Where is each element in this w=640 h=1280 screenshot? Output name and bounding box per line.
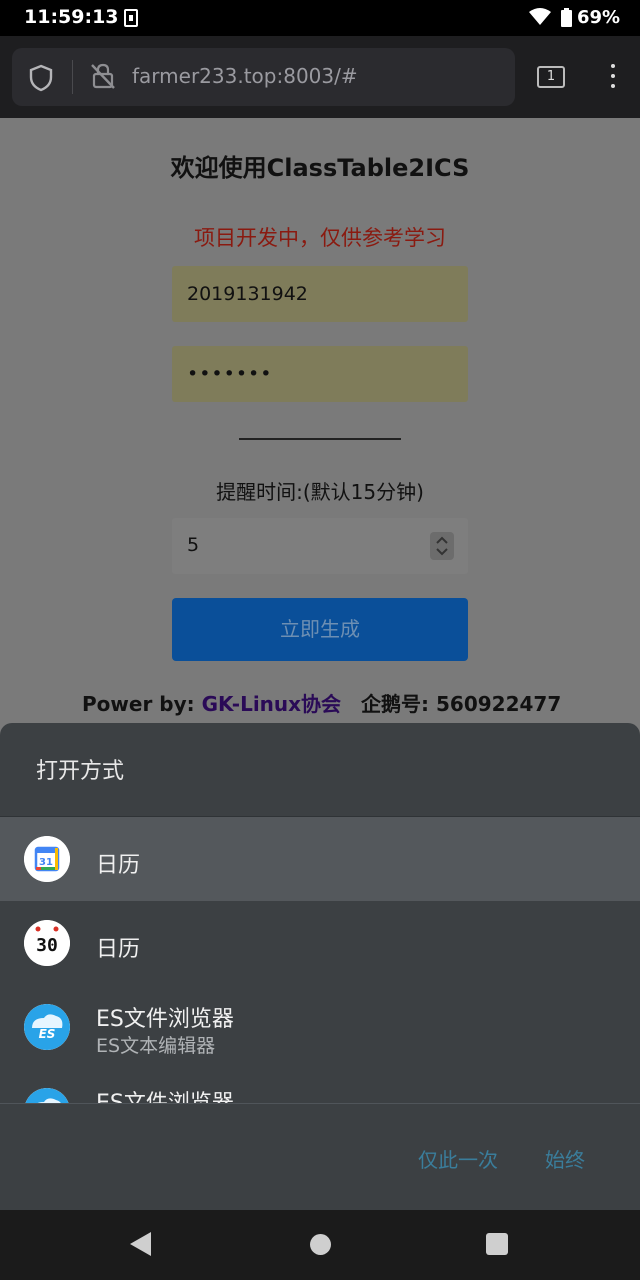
shield-icon[interactable] [28, 64, 54, 92]
back-icon[interactable] [130, 1232, 151, 1256]
sheet-actions: 仅此一次 始终 [0, 1103, 640, 1210]
google-calendar-badge: 31 [39, 857, 53, 868]
es-file-explorer-icon: ES [24, 1004, 70, 1050]
calendar-icon: 30 [24, 920, 70, 966]
app-label: 日历 [96, 853, 141, 878]
gk-linux-link[interactable]: GK-Linux协会 [202, 692, 341, 716]
app-option-calendar[interactable]: 30 日历 [0, 901, 640, 985]
battery-icon [561, 8, 572, 27]
just-once-button[interactable]: 仅此一次 [418, 1144, 498, 1173]
calendar-badge: 30 [36, 935, 58, 956]
dev-notice: 项目开发中，仅供参考学习 [194, 226, 446, 250]
status-time: 11:59:13 [24, 6, 119, 28]
browser-toolbar: farmer233.top:8003/# 1 [0, 36, 640, 118]
generate-button[interactable]: 立即生成 [172, 598, 468, 661]
address-bar[interactable]: farmer233.top:8003/# [12, 48, 515, 106]
number-spinner-icon[interactable] [430, 532, 454, 560]
address-bar-divider [72, 60, 73, 94]
app-option-es-text-editor[interactable]: ES ES文件浏览器 ES文本编辑器 [0, 985, 640, 1069]
form-divider [239, 438, 401, 440]
overflow-menu-icon[interactable] [606, 62, 620, 92]
page-title: 欢迎使用ClassTable2ICS [170, 154, 470, 182]
remind-time-label: 提醒时间:(默认15分钟) [216, 480, 424, 504]
username-input[interactable] [172, 266, 468, 322]
open-with-sheet: 打开方式 31 日历 30 日历 ES ES文件浏览器 ES文本编辑器 仅此一次… [0, 723, 640, 1210]
insecure-lock-icon[interactable] [89, 62, 117, 90]
status-bar: 11:59:13 69% [0, 0, 640, 36]
app-option-google-calendar[interactable]: 31 日历 [0, 817, 640, 901]
wifi-icon [529, 8, 551, 25]
app-label: ES文件浏览器 [96, 1007, 234, 1032]
home-icon[interactable] [310, 1234, 331, 1255]
password-input[interactable] [172, 346, 468, 402]
sheet-title: 打开方式 [36, 759, 125, 784]
app-label: 日历 [96, 937, 141, 962]
battery-percentage: 69% [577, 7, 621, 28]
power-by-label: Power by: [82, 692, 202, 716]
tabs-counter-button[interactable]: 1 [537, 66, 565, 88]
sim-card-icon [124, 9, 138, 27]
remind-time-value[interactable]: 5 [187, 534, 199, 556]
url-text[interactable]: farmer233.top:8003/# [132, 64, 358, 88]
system-nav-bar [0, 1210, 640, 1280]
recents-icon[interactable] [486, 1233, 508, 1255]
app-sublabel: ES文本编辑器 [96, 1035, 216, 1057]
footer-credits: Power by: GK-Linux协会 企鹅号: 560922477 [82, 688, 561, 717]
google-calendar-icon: 31 [24, 836, 70, 882]
qq-group-text: 企鹅号: 560922477 [361, 692, 562, 716]
remind-time-input[interactable]: 5 [172, 518, 468, 574]
svg-text:ES: ES [39, 1027, 56, 1041]
always-button[interactable]: 始终 [545, 1144, 585, 1173]
